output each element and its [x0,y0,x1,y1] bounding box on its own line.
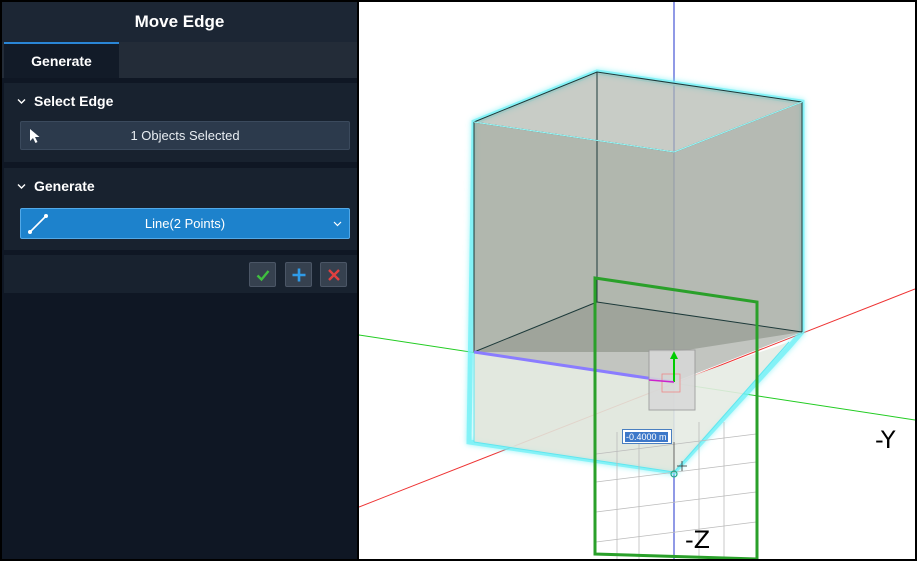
generate-label: Generate [34,178,95,194]
chevron-down-icon [16,181,26,191]
selected-objects-field[interactable]: 1 Objects Selected [20,121,350,150]
select-edge-label: Select Edge [34,93,114,109]
generate-header[interactable]: Generate [16,178,95,194]
cursor-arrow-icon [30,129,40,143]
scene-canvas [359,2,915,559]
close-icon [327,268,340,281]
offset-distance-input[interactable]: -0.4000 m [622,429,672,444]
panel-title: Move Edge [2,2,357,42]
select-edge-section: Select Edge 1 Objects Selected [4,83,357,162]
move-edge-panel: Move Edge Generate Select Edge 1 Objects… [2,2,357,559]
generate-method-select[interactable]: Line(2 Points) [20,208,350,239]
tab-generate[interactable]: Generate [4,42,119,78]
axis-label-neg-z: -Z [685,526,711,554]
axis-label-neg-y: -Y [875,426,896,454]
add-button[interactable] [285,262,312,287]
tab-bar: Generate [2,42,357,78]
3d-viewport[interactable]: -0.4000 m -Y -Z [359,2,915,559]
generate-method-value: Line(2 Points) [144,216,226,231]
plus-icon [292,268,305,281]
cancel-button[interactable] [320,262,347,287]
chevron-down-icon [16,96,26,106]
generate-section: Generate Line(2 Points) [4,168,357,250]
app-frame: Move Edge Generate Select Edge 1 Objects… [0,0,917,561]
confirm-button[interactable] [249,262,276,287]
action-bar [4,255,357,293]
chevron-down-icon [333,221,342,227]
checkmark-icon [256,269,269,281]
offset-value-text: -0.4000 m [625,431,668,442]
line-two-points-icon [28,214,48,234]
select-edge-header[interactable]: Select Edge [16,93,113,109]
selected-objects-text: 1 Objects Selected [130,128,240,143]
